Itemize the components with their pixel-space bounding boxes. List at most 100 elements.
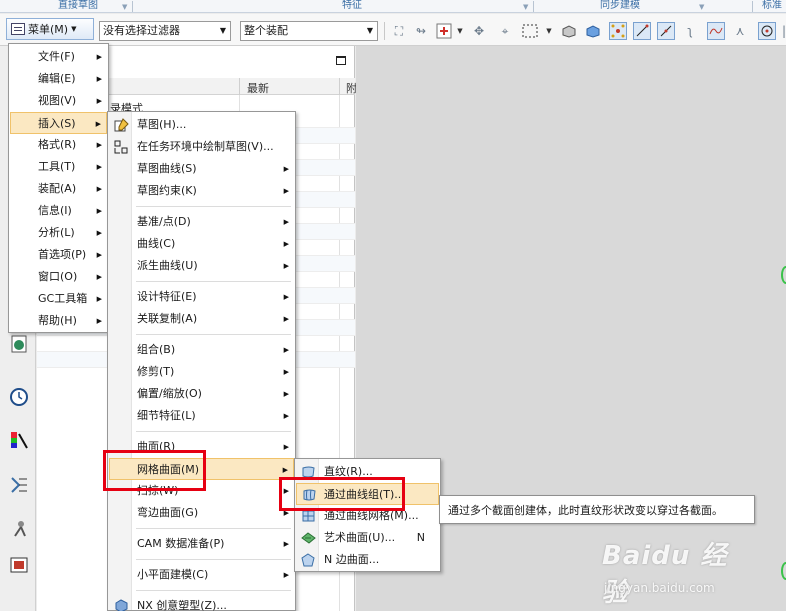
menu-item-cam-prep[interactable]: CAM 数据准备(P) ▶ <box>109 533 294 555</box>
menu-item-format[interactable]: 格式(R) ▶ <box>10 134 107 156</box>
menu-divider <box>136 206 291 207</box>
submenu-arrow-icon: ▶ <box>95 120 101 128</box>
menu-item-view[interactable]: 视图(V) ▶ <box>10 90 107 112</box>
submenu-arrow-icon: ▶ <box>96 251 102 259</box>
selection-intent-icon[interactable] <box>435 22 453 40</box>
menu-item-help[interactable]: 帮助(H) ▶ <box>10 310 107 332</box>
submenu-arrow-icon: ▶ <box>283 390 289 398</box>
selection-toolbar: 菜单(M) ▼ 没有选择过滤器 ▼ 整个装配 ▼ ⛶ ↬ ▼ ✥ ⌖ ▼ ʅ ⋏… <box>0 14 786 46</box>
process-studio-icon[interactable] <box>8 518 30 540</box>
menu-item-detail-feature[interactable]: 细节特征(L) ▶ <box>109 405 294 427</box>
menu-icon <box>11 23 25 35</box>
snap-spline-icon[interactable] <box>707 22 725 40</box>
snap-intersection-icon[interactable]: ⋏ <box>731 22 749 40</box>
submenu-arrow-icon: ▶ <box>96 75 102 83</box>
menu-item-tools[interactable]: 工具(T) ▶ <box>10 156 107 178</box>
move-handle-icon[interactable]: ✥ <box>470 22 488 40</box>
select-body-icon[interactable] <box>584 22 602 40</box>
history-icon[interactable] <box>8 386 30 408</box>
select-solid-icon[interactable] <box>560 22 578 40</box>
selection-scope-select[interactable]: 整个装配 ▼ <box>240 21 378 41</box>
snap-icon[interactable]: ⛶ <box>390 22 408 40</box>
highlight-box-through-curves <box>279 477 405 511</box>
chevron-down-icon[interactable]: ▼ <box>545 22 553 40</box>
rectangle-select-icon[interactable] <box>521 22 539 40</box>
submenu-arrow-icon: ▶ <box>283 571 289 579</box>
menu-item-assemblies[interactable]: 装配(A) ▶ <box>10 178 107 200</box>
group-expand-icon[interactable]: ▼ <box>699 3 704 11</box>
group-expand-icon[interactable]: ▼ <box>523 3 528 11</box>
chevron-down-icon: ▼ <box>366 26 374 35</box>
studio-surface-icon <box>301 532 316 544</box>
menu-item-preferences[interactable]: 首选项(P) ▶ <box>10 244 107 266</box>
menu-item-planar-modeling[interactable]: 小平面建模(C) ▶ <box>109 564 294 586</box>
command-tooltip: 通过多个截面创建体，此时直纹形状改变以穿过各截面。 <box>439 495 755 524</box>
menu-item-trim[interactable]: 修剪(T) ▶ <box>109 361 294 383</box>
snap-curve-icon[interactable]: ʅ <box>681 22 699 40</box>
column-latest[interactable]: 最新 <box>247 80 269 96</box>
sketch-task-icon <box>114 140 128 154</box>
menu-item-nx-realize-shape[interactable]: NX 创意塑型(Z)... <box>109 595 294 611</box>
menu-item-insert[interactable]: 插入(S) ▶ <box>10 112 107 134</box>
ribbon-group-direct-sketch[interactable]: 直接草图 <box>58 0 98 12</box>
main-menu: 文件(F) ▶ 编辑(E) ▶ 视图(V) ▶ 插入(S) ▶ 格式(R) ▶ 工具(T)… <box>8 43 109 333</box>
menu-button[interactable]: 菜单(M) ▼ <box>6 18 94 40</box>
menu-item-window[interactable]: 窗口(O) ▶ <box>10 266 107 288</box>
submenu-arrow-icon: ▶ <box>96 317 102 325</box>
chevron-down-icon[interactable]: ▼ <box>456 22 464 40</box>
chevron-down-icon: ▼ <box>219 26 227 35</box>
submenu-arrow-icon: ▶ <box>96 141 102 149</box>
watermark-url: jingyan.baidu.com <box>604 581 715 595</box>
menu-item-gc-toolkit[interactable]: GC工具箱 ▶ <box>10 288 107 310</box>
type-filter-select[interactable]: 没有选择过滤器 ▼ <box>99 21 231 41</box>
sketch-icon <box>114 118 129 132</box>
snap-point-icon[interactable] <box>609 22 627 40</box>
submenu-arrow-icon: ▶ <box>96 185 102 193</box>
menu-item-combine[interactable]: 组合(B) ▶ <box>109 339 294 361</box>
maximize-icon[interactable] <box>336 56 346 65</box>
system-materials-icon[interactable] <box>8 474 30 496</box>
ribbon-divider <box>533 1 534 12</box>
submenu-arrow-icon: ▶ <box>283 165 289 173</box>
insert-submenu: 草图(H)... 在任务环境中绘制草图(V)... 草图曲线(S) ▶ 草图约束(… <box>107 111 296 611</box>
submenu-arrow-icon: ▶ <box>283 293 289 301</box>
menu-item-associative-copy[interactable]: 关联复制(A) ▶ <box>109 308 294 330</box>
menu-item-flange-surface[interactable]: 弯边曲面(G) ▶ <box>109 502 294 524</box>
menu-item-analysis[interactable]: 分析(L) ▶ <box>10 222 107 244</box>
submenu-arrow-icon: ▶ <box>283 412 289 420</box>
menu-item-design-feature[interactable]: 设计特征(E) ▶ <box>109 286 294 308</box>
group-expand-icon[interactable]: ▼ <box>122 3 127 11</box>
lasso-icon[interactable]: ⌖ <box>496 22 514 40</box>
menu-item-offset-scale[interactable]: 偏置/缩放(O) ▶ <box>109 383 294 405</box>
menu-item-curve[interactable]: 曲线(C) ▶ <box>109 233 294 255</box>
snap-more-icon[interactable]: | <box>780 22 786 40</box>
menu-item-sketch[interactable]: 草图(H)... <box>109 114 294 136</box>
shortcut-key: N <box>416 531 425 544</box>
ribbon-group-feature[interactable]: 特征 <box>342 0 362 12</box>
submenu-arrow-icon: ▶ <box>96 273 102 281</box>
submenu-arrow-icon: ▶ <box>96 207 102 215</box>
submenu-arrow-icon: ▶ <box>283 443 289 451</box>
menu-item-information[interactable]: 信息(I) ▶ <box>10 200 107 222</box>
visualization-icon[interactable] <box>8 429 30 451</box>
menu-item-datum-point[interactable]: 基准/点(D) ▶ <box>109 211 294 233</box>
menu-item-sketch-constraint[interactable]: 草图约束(K) ▶ <box>109 180 294 202</box>
web-browser-icon[interactable] <box>8 333 30 355</box>
menu-item-file[interactable]: 文件(F) ▶ <box>10 46 107 68</box>
select-feature-icon[interactable]: ↬ <box>412 22 430 40</box>
realize-shape-icon <box>115 599 128 611</box>
snap-midpoint-icon[interactable] <box>657 22 675 40</box>
menu-item-sketch-in-task[interactable]: 在任务环境中绘制草图(V)... <box>109 136 294 158</box>
ribbon-group-standard[interactable]: 标准 <box>762 0 782 12</box>
roles-icon[interactable] <box>8 554 30 576</box>
menu-item-derived-curve[interactable]: 派生曲线(U) ▶ <box>109 255 294 277</box>
menu-item-n-sided[interactable]: N 边曲面... <box>296 549 439 571</box>
snap-center-icon[interactable] <box>758 22 776 40</box>
menu-item-edit[interactable]: 编辑(E) ▶ <box>10 68 107 90</box>
ribbon-group-sync-modeling[interactable]: 同步建模 <box>600 0 640 12</box>
menu-item-studio-surface[interactable]: 艺术曲面(U)... N <box>296 527 439 549</box>
ribbon-divider <box>132 1 133 12</box>
submenu-arrow-icon: ▶ <box>96 97 102 105</box>
snap-endpoint-icon[interactable] <box>633 22 651 40</box>
menu-item-sketch-curve[interactable]: 草图曲线(S) ▶ <box>109 158 294 180</box>
